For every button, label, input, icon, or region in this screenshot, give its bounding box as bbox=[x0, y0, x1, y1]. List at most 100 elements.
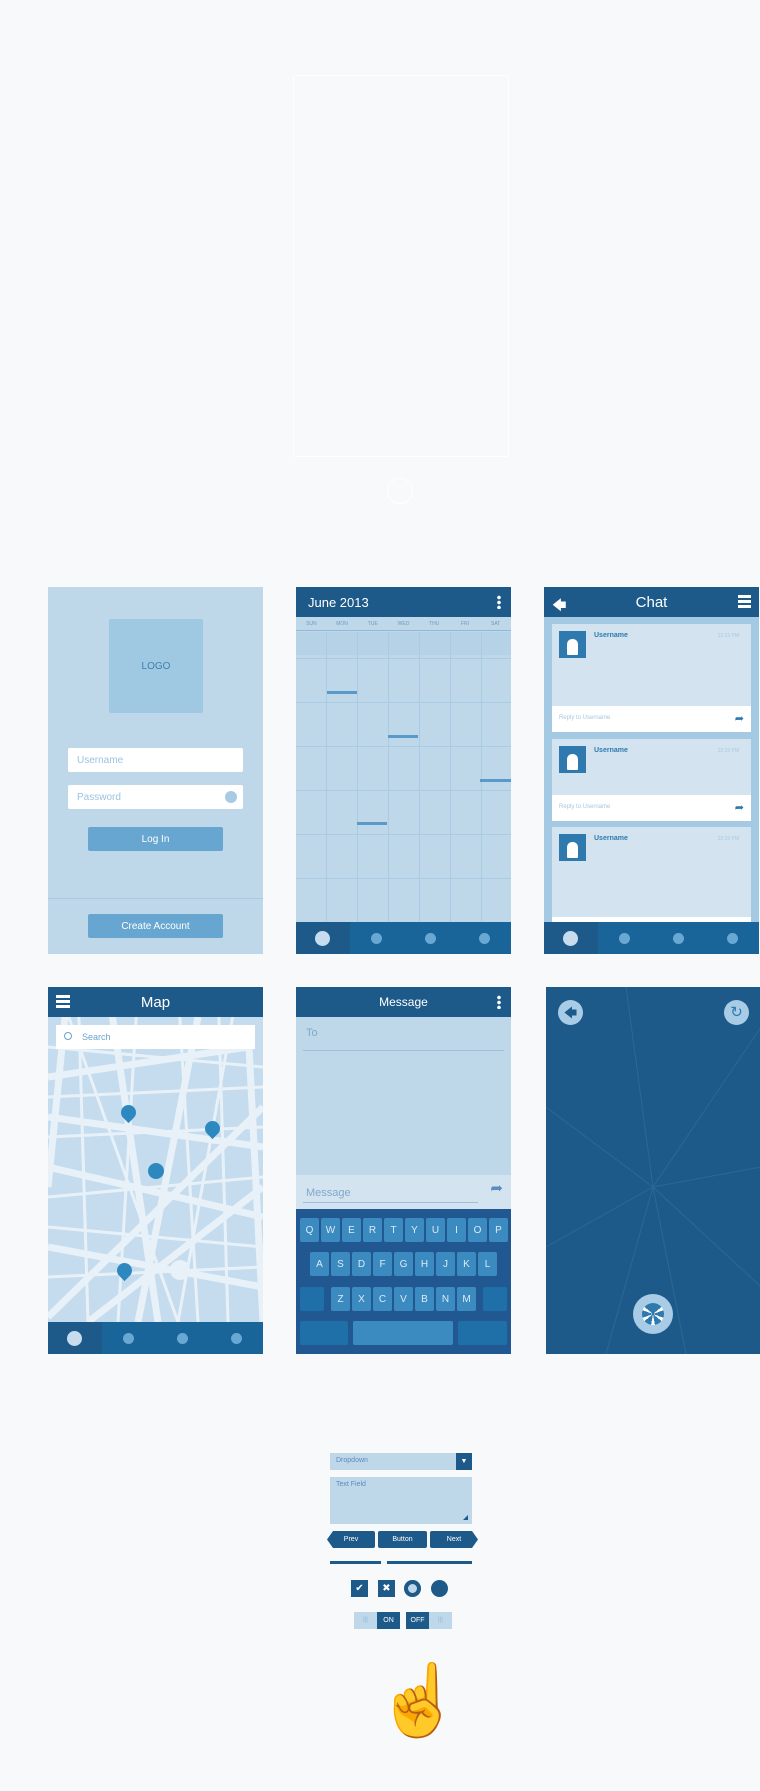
search-input[interactable]: Search bbox=[56, 1025, 255, 1049]
key[interactable]: Q bbox=[300, 1218, 319, 1242]
toggle-on[interactable]: ||| ON bbox=[354, 1612, 400, 1629]
current-location-icon bbox=[148, 1163, 164, 1179]
nav-tab[interactable] bbox=[598, 922, 652, 954]
next-button[interactable]: Next bbox=[430, 1531, 478, 1548]
key[interactable]: Z bbox=[331, 1287, 350, 1311]
nav-tab[interactable] bbox=[209, 1322, 263, 1354]
nav-tab[interactable] bbox=[705, 922, 759, 954]
slider-track bbox=[386, 1561, 472, 1564]
message-header: Message bbox=[296, 987, 511, 1017]
event-bar[interactable] bbox=[388, 735, 418, 738]
toggle-off[interactable]: OFF ||| bbox=[406, 1612, 452, 1629]
menu-icon[interactable] bbox=[738, 595, 751, 608]
shutter-button[interactable] bbox=[633, 1294, 673, 1334]
username: Username bbox=[594, 747, 628, 754]
radio-unselected[interactable] bbox=[431, 1580, 448, 1597]
reply-input[interactable]: Reply to Username ➦ bbox=[552, 706, 751, 732]
key[interactable]: X bbox=[352, 1287, 371, 1311]
event-bar[interactable] bbox=[480, 779, 511, 782]
nav-tab[interactable] bbox=[156, 1322, 210, 1354]
reply-input[interactable]: Reply to Username ➦ bbox=[552, 795, 751, 821]
share-icon[interactable]: ➦ bbox=[735, 801, 744, 814]
divider bbox=[48, 898, 263, 899]
bottom-nav bbox=[544, 922, 759, 954]
resize-handle-icon[interactable] bbox=[463, 1515, 468, 1520]
key[interactable]: H bbox=[415, 1252, 434, 1276]
key[interactable]: S bbox=[331, 1252, 350, 1276]
space-key[interactable] bbox=[353, 1321, 453, 1345]
nav-tab[interactable] bbox=[48, 1322, 102, 1354]
key[interactable]: R bbox=[363, 1218, 382, 1242]
key[interactable]: I bbox=[447, 1218, 466, 1242]
nav-tab[interactable] bbox=[102, 1322, 156, 1354]
backspace-key[interactable] bbox=[483, 1287, 507, 1311]
key[interactable]: A bbox=[310, 1252, 329, 1276]
calendar-grid[interactable] bbox=[296, 632, 511, 922]
back-arrow-icon[interactable]: 🡄 bbox=[558, 1000, 583, 1025]
numbers-key[interactable] bbox=[300, 1321, 348, 1345]
slider[interactable] bbox=[330, 1561, 472, 1564]
prev-button[interactable]: Prev bbox=[327, 1531, 375, 1548]
weekday: SUN bbox=[306, 621, 317, 627]
share-icon[interactable]: ➦ bbox=[735, 712, 744, 725]
message-input[interactable]: Message bbox=[303, 1183, 478, 1203]
button[interactable]: Button bbox=[378, 1531, 427, 1548]
key[interactable]: F bbox=[373, 1252, 392, 1276]
menu-icon[interactable] bbox=[56, 995, 70, 1008]
nav-tab[interactable] bbox=[404, 922, 458, 954]
key[interactable]: U bbox=[426, 1218, 445, 1242]
chat-message: Username 12:15 PM bbox=[552, 827, 751, 927]
key[interactable]: G bbox=[394, 1252, 413, 1276]
nav-tab[interactable] bbox=[544, 922, 598, 954]
key[interactable]: W bbox=[321, 1218, 340, 1242]
key[interactable]: P bbox=[489, 1218, 508, 1242]
username: Username bbox=[594, 835, 628, 842]
login-button[interactable]: Log In bbox=[88, 827, 223, 851]
checkbox-cross[interactable]: ✖ bbox=[378, 1580, 395, 1597]
nav-tab[interactable] bbox=[296, 922, 350, 954]
event-bar[interactable] bbox=[357, 822, 387, 825]
map-screen: Map Search bbox=[48, 987, 263, 1354]
calendar-title: June 2013 bbox=[308, 594, 369, 610]
key[interactable]: O bbox=[468, 1218, 487, 1242]
key[interactable]: L bbox=[478, 1252, 497, 1276]
search-icon bbox=[64, 1032, 72, 1040]
nav-tab[interactable] bbox=[350, 922, 404, 954]
event-bar[interactable] bbox=[327, 691, 357, 694]
switch-camera-icon[interactable]: ↻ bbox=[724, 1000, 749, 1025]
key[interactable]: N bbox=[436, 1287, 455, 1311]
login-screen: LOGO Username Password Log In Create Acc… bbox=[48, 587, 263, 954]
password-input[interactable]: Password bbox=[68, 785, 243, 809]
info-icon[interactable] bbox=[225, 791, 237, 803]
send-icon[interactable]: ➦ bbox=[490, 1179, 503, 1197]
radio-selected[interactable] bbox=[404, 1580, 421, 1597]
weekday: WED bbox=[397, 621, 410, 627]
more-icon[interactable] bbox=[497, 595, 501, 609]
nav-tab[interactable] bbox=[652, 922, 706, 954]
nav-tab[interactable] bbox=[457, 922, 511, 954]
key[interactable]: V bbox=[394, 1287, 413, 1311]
back-arrow-icon[interactable]: 🡄 bbox=[552, 595, 566, 619]
shift-key[interactable] bbox=[300, 1287, 324, 1311]
key[interactable]: M bbox=[457, 1287, 476, 1311]
text-field[interactable]: Text Field bbox=[330, 1477, 472, 1524]
password-placeholder: Password bbox=[77, 792, 121, 803]
key[interactable]: C bbox=[373, 1287, 392, 1311]
key[interactable]: B bbox=[415, 1287, 434, 1311]
create-account-button[interactable]: Create Account bbox=[88, 914, 223, 938]
calendar-header: June 2013 bbox=[296, 587, 511, 617]
more-icon[interactable] bbox=[497, 995, 501, 1009]
to-field[interactable]: To bbox=[303, 1027, 504, 1051]
avatar bbox=[559, 746, 586, 773]
key[interactable]: K bbox=[457, 1252, 476, 1276]
message-title: Message bbox=[379, 995, 428, 1009]
username-input[interactable]: Username bbox=[68, 748, 243, 772]
key[interactable]: E bbox=[342, 1218, 361, 1242]
key[interactable]: J bbox=[436, 1252, 455, 1276]
return-key[interactable] bbox=[458, 1321, 507, 1345]
key[interactable]: D bbox=[352, 1252, 371, 1276]
dropdown[interactable]: Dropdown ▼ bbox=[330, 1453, 472, 1470]
key[interactable]: T bbox=[384, 1218, 403, 1242]
checkbox-checked[interactable]: ✔ bbox=[351, 1580, 368, 1597]
key[interactable]: Y bbox=[405, 1218, 424, 1242]
